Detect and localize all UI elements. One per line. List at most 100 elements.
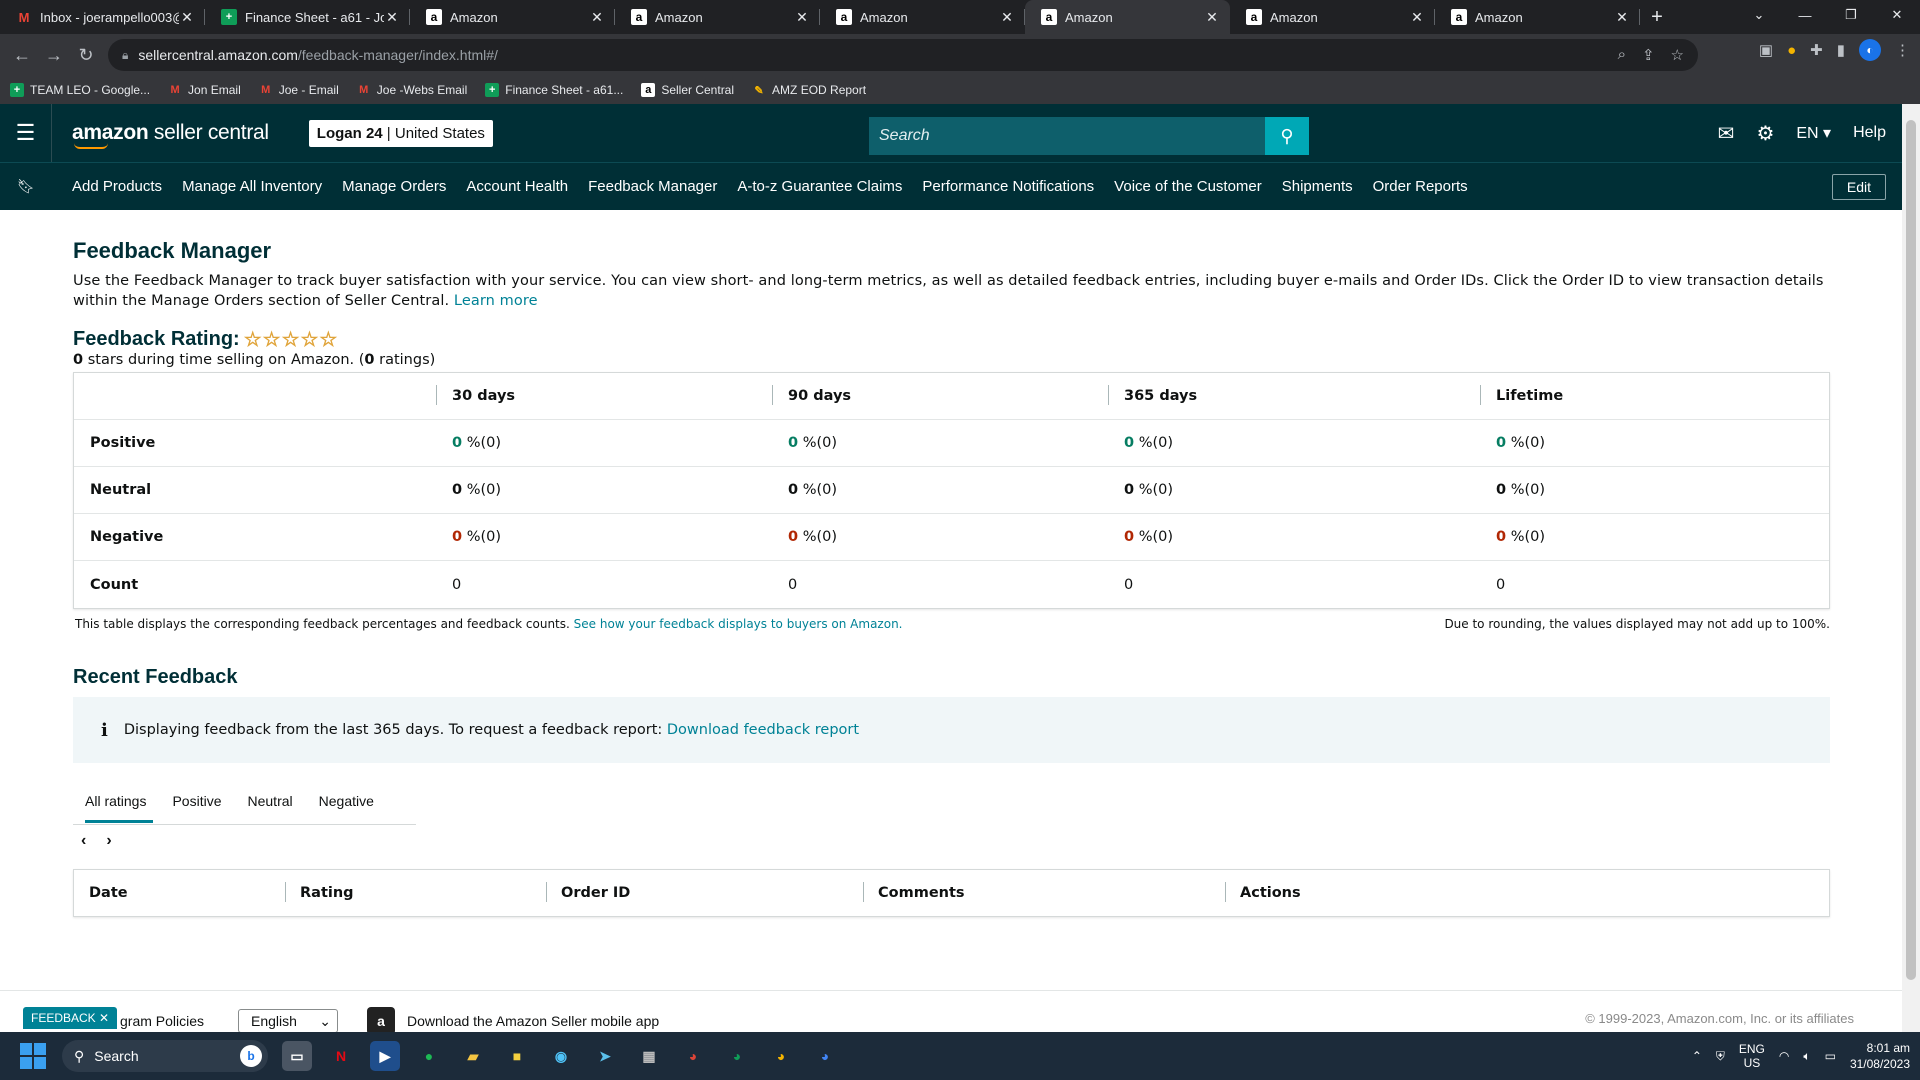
hamburger-menu-icon[interactable]: ☰ xyxy=(0,104,52,162)
help-link[interactable]: Help xyxy=(1853,124,1886,142)
feedback-column-comments[interactable]: Comments xyxy=(863,882,1225,902)
taskbar-search[interactable]: ⚲ Search b xyxy=(62,1040,268,1072)
search-input[interactable] xyxy=(869,117,1265,155)
tab-search-icon[interactable]: ⌄ xyxy=(1736,0,1782,30)
task-view-icon[interactable]: ▭ xyxy=(282,1041,312,1071)
new-tab-button[interactable]: + xyxy=(1640,0,1674,34)
bookmark-icon[interactable]: 🔖︎ xyxy=(0,178,52,195)
seller-central-logo[interactable]: amazon seller central xyxy=(72,121,269,149)
close-tab-icon[interactable]: ✕ xyxy=(794,9,810,26)
feedback-display-link[interactable]: See how your feedback displays to buyers… xyxy=(574,617,903,631)
back-button[interactable]: ← xyxy=(6,39,38,71)
nav-link-performance-notifications[interactable]: Performance Notifications xyxy=(922,178,1094,195)
close-tab-icon[interactable]: ✕ xyxy=(1204,9,1220,26)
clock[interactable]: 8:01 am 31/08/2023 xyxy=(1850,1040,1910,1072)
scrollbar-thumb[interactable] xyxy=(1906,120,1916,980)
page-scrollbar[interactable] xyxy=(1902,104,1920,1032)
volume-icon[interactable]: 🔈︎ xyxy=(1803,1049,1810,1064)
bookmark-item[interactable]: ✎ AMZ EOD Report xyxy=(752,83,866,97)
search-icon[interactable]: ⚲ xyxy=(1265,117,1309,155)
nav-link-manage-all-inventory[interactable]: Manage All Inventory xyxy=(182,178,322,195)
spotify-icon[interactable]: ● xyxy=(414,1041,444,1071)
chrome-icon[interactable]: ◕ xyxy=(678,1041,708,1071)
battery-icon[interactable]: ▭ xyxy=(1825,1049,1836,1063)
reload-button[interactable]: ↻ xyxy=(70,39,102,71)
nav-link-order-reports[interactable]: Order Reports xyxy=(1373,178,1468,195)
nav-link-shipments[interactable]: Shipments xyxy=(1282,178,1353,195)
telegram-icon[interactable]: ➤ xyxy=(590,1041,620,1071)
feedback-column-rating[interactable]: Rating xyxy=(285,882,546,902)
account-switcher[interactable]: Logan 24 | United States xyxy=(308,119,493,147)
browser-tab[interactable]: a Amazon ✕ xyxy=(615,0,820,34)
windows-start-icon[interactable] xyxy=(20,1043,46,1069)
browser-tab[interactable]: a Amazon ✕ xyxy=(410,0,615,34)
download-feedback-report-link[interactable]: Download feedback report xyxy=(667,722,859,738)
tab-all-ratings[interactable]: All ratings xyxy=(85,777,159,825)
close-tab-icon[interactable]: ✕ xyxy=(999,9,1015,26)
program-policies-link[interactable]: gram Policies xyxy=(120,1013,204,1029)
side-panel-icon[interactable]: ▮ xyxy=(1837,41,1845,59)
browser-tab[interactable]: a Amazon ✕ xyxy=(1025,0,1230,34)
nav-link-add-products[interactable]: Add Products xyxy=(72,178,162,195)
feedback-column-actions[interactable]: Actions xyxy=(1225,882,1829,902)
feedback-badge-button[interactable]: FEEDBACK ✕ xyxy=(23,1007,118,1029)
browser-menu-icon[interactable]: ⋮ xyxy=(1895,41,1910,59)
calculator-icon[interactable]: ▦ xyxy=(634,1041,664,1071)
chrome-profile-2-icon[interactable]: ◕ xyxy=(722,1041,752,1071)
extensions-puzzle-icon[interactable]: ✚ xyxy=(1810,41,1823,59)
feedback-column-date[interactable]: Date xyxy=(74,885,285,901)
close-tab-icon[interactable]: ✕ xyxy=(1614,9,1630,26)
chrome-profile-3-icon[interactable]: ◕ xyxy=(766,1041,796,1071)
browser-tab[interactable]: M Inbox - joerampello003@g ✕ xyxy=(0,0,205,34)
browser-tab[interactable]: a Amazon ✕ xyxy=(820,0,1025,34)
footer-language-select[interactable]: English ⌄ xyxy=(238,1009,338,1033)
input-language[interactable]: ENG US xyxy=(1739,1042,1765,1070)
netflix-icon[interactable]: N xyxy=(326,1041,356,1071)
download-app-link[interactable]: Download the Amazon Seller mobile app xyxy=(407,1013,659,1029)
close-tab-icon[interactable]: ✕ xyxy=(179,9,195,26)
nav-link-feedback-manager[interactable]: Feedback Manager xyxy=(588,178,717,195)
chrome-profile-4-icon[interactable]: ◕ xyxy=(810,1041,840,1071)
bing-icon[interactable]: b xyxy=(240,1045,262,1067)
close-window-button[interactable]: ✕ xyxy=(1874,0,1920,30)
security-icon[interactable]: ⛨ xyxy=(1716,1049,1725,1064)
language-selector[interactable]: EN ▾ xyxy=(1796,123,1831,143)
extension-off-icon[interactable]: ▣ xyxy=(1759,41,1773,59)
share-icon[interactable]: ⇪ xyxy=(1642,46,1655,64)
gear-icon[interactable]: ⚙ xyxy=(1756,121,1774,146)
edit-nav-button[interactable]: Edit xyxy=(1831,174,1886,200)
bookmark-item[interactable]: + Finance Sheet - a61... xyxy=(485,83,623,97)
prime-video-icon[interactable]: ▶ xyxy=(370,1041,400,1071)
minimize-button[interactable]: — xyxy=(1782,0,1828,30)
extension-honey-icon[interactable]: ● xyxy=(1787,42,1796,59)
nav-link-account-health[interactable]: Account Health xyxy=(466,178,568,195)
browser-tab[interactable]: a Amazon ✕ xyxy=(1230,0,1435,34)
bookmark-item[interactable]: M Joe -Webs Email xyxy=(357,83,467,97)
mail-icon[interactable]: ✉ xyxy=(1718,121,1735,146)
file-explorer-icon[interactable]: ▰ xyxy=(458,1041,488,1071)
browser-tab[interactable]: + Finance Sheet - a61 - Jose✕ xyxy=(205,0,410,34)
next-page-icon[interactable]: › xyxy=(106,832,111,850)
nav-link-voice-of-the-customer[interactable]: Voice of the Customer xyxy=(1114,178,1262,195)
tab-positive[interactable]: Positive xyxy=(172,777,234,825)
close-icon[interactable]: ✕ xyxy=(99,1011,109,1025)
learn-more-link[interactable]: Learn more xyxy=(454,293,538,309)
sticky-notes-icon[interactable]: ■ xyxy=(502,1041,532,1071)
bookmark-item[interactable]: + TEAM LEO - Google... xyxy=(10,83,150,97)
close-tab-icon[interactable]: ✕ xyxy=(384,9,400,26)
chevron-up-icon[interactable]: ⌃ xyxy=(1692,1049,1702,1063)
browser-tab[interactable]: a Amazon ✕ xyxy=(1435,0,1640,34)
prev-page-icon[interactable]: ‹ xyxy=(81,832,86,850)
url-omnibox[interactable]: 🔒︎ sellercentral.amazon.com/feedback-man… xyxy=(108,39,1698,71)
bookmark-item[interactable]: M Jon Email xyxy=(168,83,240,97)
bookmark-star-icon[interactable]: ☆ xyxy=(1671,46,1684,64)
bookmark-item[interactable]: M Joe - Email xyxy=(259,83,339,97)
nav-link-manage-orders[interactable]: Manage Orders xyxy=(342,178,446,195)
tab-negative[interactable]: Negative xyxy=(319,777,387,825)
zoom-icon[interactable]: ⌕ xyxy=(1618,46,1626,64)
restore-button[interactable]: ❐ xyxy=(1828,0,1874,30)
tab-neutral[interactable]: Neutral xyxy=(248,777,306,825)
forward-button[interactable]: → xyxy=(38,39,70,71)
wifi-icon[interactable]: ◠ xyxy=(1779,1049,1789,1063)
nav-link-a-to-z-guarantee-claims[interactable]: A-to-z Guarantee Claims xyxy=(737,178,902,195)
